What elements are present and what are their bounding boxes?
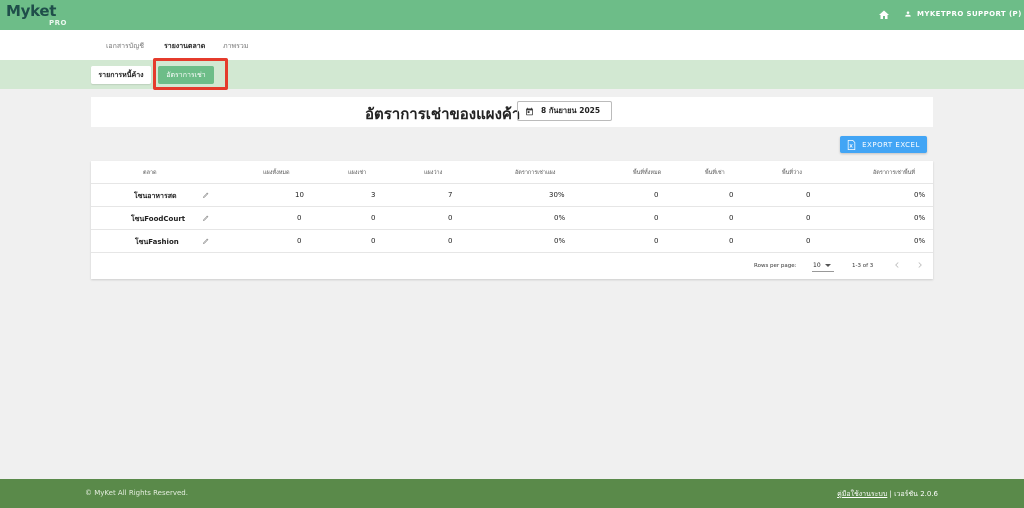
area-rate: 0%	[914, 191, 926, 199]
rental-rate-table: ตลาด แผงทั้งหมด แผงเช่า แผงว่าง อัตราการ…	[91, 161, 933, 279]
vacant-stalls: 7	[448, 191, 453, 199]
table-pagination: Rows per page: 10 1-3 of 3	[91, 252, 933, 279]
previous-page-icon[interactable]	[892, 260, 902, 270]
vacant-stalls: 0	[448, 237, 453, 245]
footer-links: คู่มือใช้งานระบบ | เวอร์ชัน 2.0.6	[837, 489, 938, 500]
version-text: เวอร์ชัน 2.0.6	[894, 490, 938, 498]
column-header: อัตราการเช่าแผง	[515, 170, 556, 176]
copyright-text: © MyKet All Rights Reserved.	[85, 489, 188, 497]
logo-text: Myket	[6, 2, 57, 20]
top-app-bar: Myket PRO MYKETPRO SUPPORT (P)	[0, 0, 1024, 30]
date-value: 8 กันยายน 2025	[541, 106, 601, 115]
rented-stalls: 0	[371, 214, 376, 222]
date-picker[interactable]: 8 กันยายน 2025	[517, 101, 612, 121]
tab-accounting-docs[interactable]: เอกสารบัญชี	[106, 41, 144, 52]
footer-separator: |	[889, 490, 892, 498]
user-manual-link[interactable]: คู่มือใช้งานระบบ	[837, 490, 887, 498]
column-header: พื้นที่ว่าง	[782, 170, 802, 176]
file-excel-icon	[847, 139, 856, 150]
export-label: EXPORT EXCEL	[862, 140, 920, 149]
report-header-card: อัตราการเช่าของแผงค้า 8 กันยายน 2025	[91, 97, 933, 127]
market-name: โซนFashion	[135, 238, 179, 246]
next-page-icon[interactable]	[915, 260, 925, 270]
market-name: โซนFoodCourt	[131, 215, 186, 223]
column-header: อัตราการเช่าพื้นที่	[873, 170, 916, 176]
outstanding-debts-button[interactable]: รายการหนี้ค้าง	[91, 66, 151, 84]
sub-nav: รายการหนี้ค้าง อัตราการเช่า	[0, 60, 1024, 89]
logo-sub: PRO	[49, 19, 67, 27]
column-header: แผงเช่า	[348, 170, 367, 176]
total-stalls: 0	[297, 237, 302, 245]
tab-overview[interactable]: ภาพรวม	[223, 41, 248, 52]
column-header: แผงทั้งหมด	[263, 170, 290, 176]
home-icon[interactable]	[878, 9, 890, 21]
edit-icon[interactable]	[202, 191, 210, 199]
area-rate: 0%	[914, 237, 926, 245]
edit-icon[interactable]	[202, 237, 210, 245]
column-header: ตลาด	[143, 170, 157, 176]
rows-per-page-value: 10	[813, 262, 821, 269]
total-area: 0	[654, 214, 659, 222]
total-stalls: 10	[295, 191, 304, 199]
export-excel-button[interactable]: EXPORT EXCEL	[840, 136, 927, 153]
stall-rate: 0%	[554, 237, 566, 245]
rows-per-page-label: Rows per page:	[754, 263, 797, 269]
user-menu[interactable]: MYKETPRO SUPPORT (P)	[904, 10, 1022, 18]
calendar-icon	[526, 107, 533, 115]
rented-stalls: 3	[371, 191, 376, 199]
vacant-stalls: 0	[448, 214, 453, 222]
rental-rate-button[interactable]: อัตราการเช่า	[158, 66, 214, 84]
page-title: อัตราการเช่าของแผงค้า	[365, 105, 521, 123]
total-area: 0	[654, 237, 659, 245]
column-header: พื้นที่ทั้งหมด	[633, 170, 662, 176]
edit-icon[interactable]	[202, 214, 210, 222]
area-rate: 0%	[914, 214, 926, 222]
rented-area: 0	[729, 191, 734, 199]
rented-stalls: 0	[371, 237, 376, 245]
total-area: 0	[654, 191, 659, 199]
pagination-range: 1-3 of 3	[852, 263, 874, 269]
dropdown-arrow-icon	[825, 264, 831, 267]
person-icon	[905, 11, 911, 17]
tab-market-report[interactable]: รายงานตลาด	[164, 41, 205, 52]
page-footer: © MyKet All Rights Reserved. คู่มือใช้งา…	[0, 479, 1024, 508]
vacant-area: 0	[806, 214, 811, 222]
market-name: โซนอาหารสด	[134, 192, 177, 200]
stall-rate: 30%	[549, 191, 565, 199]
table-row: โซนFoodCourt 0 0 0 0% 0 0 0 0%	[91, 206, 933, 229]
vacant-area: 0	[806, 237, 811, 245]
vacant-area: 0	[806, 191, 811, 199]
column-header: พื้นที่เช่า	[705, 170, 725, 176]
table-row: โซนอาหารสด 10 3 7 30% 0 0 0 0%	[91, 183, 933, 206]
app-logo[interactable]: Myket PRO	[6, 2, 66, 28]
main-nav: เอกสารบัญชี รายงานตลาด ภาพรวม	[0, 30, 1024, 60]
rented-area: 0	[729, 214, 734, 222]
total-stalls: 0	[297, 214, 302, 222]
stall-rate: 0%	[554, 214, 566, 222]
user-name: MYKETPRO SUPPORT (P)	[917, 10, 1022, 18]
rows-per-page-select[interactable]: 10	[812, 259, 834, 272]
rented-area: 0	[729, 237, 734, 245]
column-header: แผงว่าง	[424, 170, 443, 176]
table-row: โซนFashion 0 0 0 0% 0 0 0 0%	[91, 229, 933, 252]
